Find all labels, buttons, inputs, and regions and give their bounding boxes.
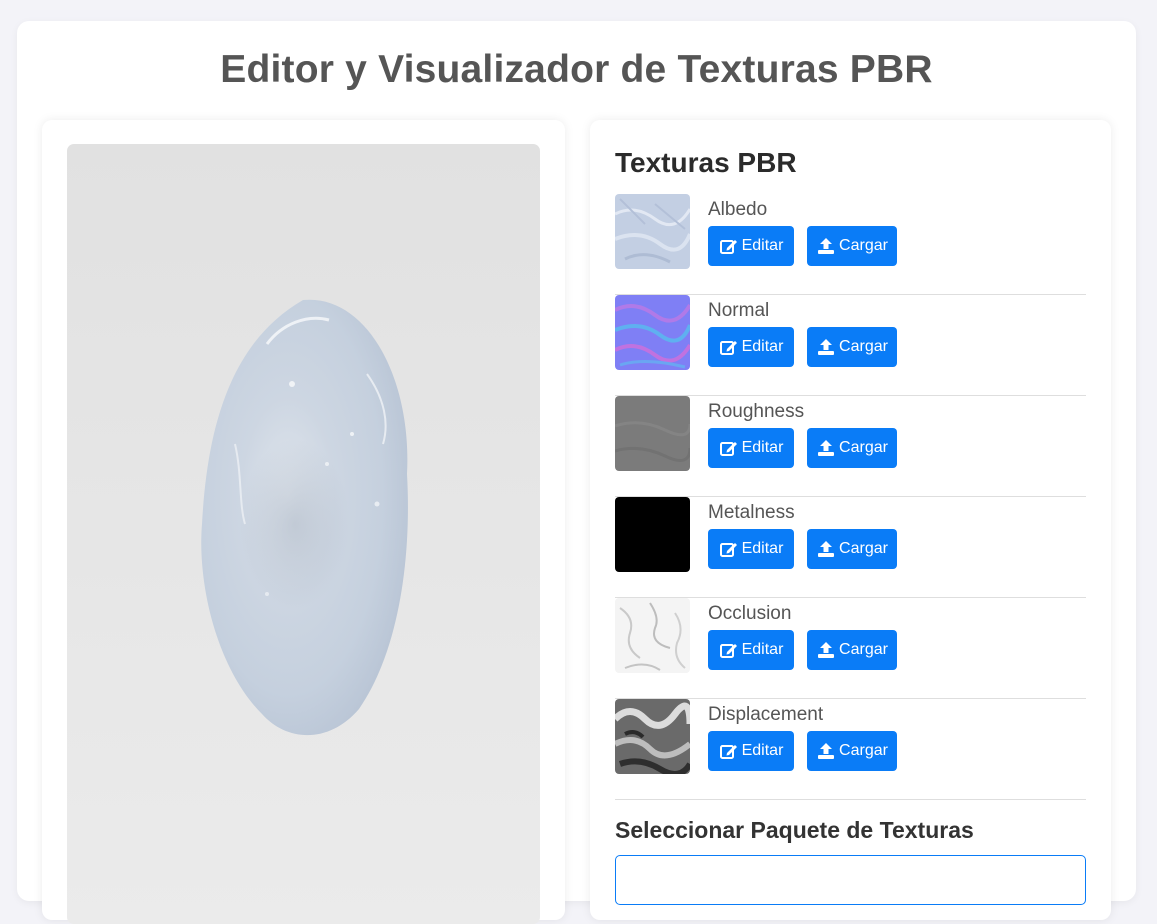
- viewer-card: [42, 120, 565, 924]
- 3d-viewport[interactable]: [67, 144, 540, 924]
- edit-occlusion-button[interactable]: Editar: [708, 630, 794, 670]
- occlusion-thumbnail: [615, 598, 690, 673]
- load-normal-button[interactable]: Cargar: [807, 327, 897, 367]
- load-label: Cargar: [839, 237, 888, 254]
- load-label: Cargar: [839, 338, 888, 355]
- texture-row-occlusion: Occlusion Editar Cargar: [615, 598, 1086, 699]
- edit-icon: [719, 237, 739, 255]
- texture-name: Roughness: [708, 401, 805, 422]
- texture-row-roughness: Roughness Editar Cargar: [615, 396, 1086, 497]
- edit-albedo-button[interactable]: Editar: [708, 226, 794, 266]
- panel-title: Texturas PBR: [615, 147, 797, 178]
- edit-label: Editar: [741, 237, 784, 254]
- load-label: Cargar: [839, 540, 888, 557]
- albedo-thumbnail: [615, 194, 690, 269]
- normal-thumbnail: [615, 295, 690, 370]
- upload-icon: [816, 742, 836, 760]
- pack-section-title: Seleccionar Paquete de Texturas: [615, 817, 974, 843]
- upload-icon: [816, 439, 836, 457]
- edit-label: Editar: [741, 439, 784, 456]
- edit-displacement-button[interactable]: Editar: [708, 731, 794, 771]
- texture-panel: Texturas PBR Albedo Editar Cargar Normal…: [590, 120, 1111, 920]
- edit-icon: [719, 742, 739, 760]
- texture-name: Displacement: [708, 704, 824, 725]
- texture-row-displacement: Displacement Editar Cargar: [615, 699, 1086, 800]
- edit-roughness-button[interactable]: Editar: [708, 428, 794, 468]
- load-metalness-button[interactable]: Cargar: [807, 529, 897, 569]
- load-occlusion-button[interactable]: Cargar: [807, 630, 897, 670]
- load-label: Cargar: [839, 641, 888, 658]
- app-container: Editor y Visualizador de Texturas PBR Te…: [17, 21, 1136, 924]
- texture-row-albedo: Albedo Editar Cargar: [615, 194, 1086, 295]
- upload-icon: [816, 641, 836, 659]
- texture-name: Occlusion: [708, 603, 792, 624]
- upload-icon: [816, 237, 836, 255]
- texture-row-metalness: Metalness Editar Cargar: [615, 497, 1086, 598]
- edit-label: Editar: [741, 338, 784, 355]
- edit-icon: [719, 540, 739, 558]
- metalness-thumbnail: [615, 497, 690, 572]
- edit-label: Editar: [741, 540, 784, 557]
- texture-row-normal: Normal Editar Cargar: [615, 295, 1086, 396]
- load-roughness-button[interactable]: Cargar: [807, 428, 897, 468]
- edit-normal-button[interactable]: Editar: [708, 327, 794, 367]
- edit-icon: [719, 439, 739, 457]
- load-label: Cargar: [839, 439, 888, 456]
- texture-name: Albedo: [708, 199, 768, 220]
- edit-metalness-button[interactable]: Editar: [708, 529, 794, 569]
- edit-icon: [719, 338, 739, 356]
- textured-mesh-preview: [201, 299, 408, 736]
- texture-name: Metalness: [708, 502, 795, 523]
- roughness-thumbnail: [615, 396, 690, 471]
- edit-icon: [719, 641, 739, 659]
- edit-label: Editar: [741, 742, 784, 759]
- load-displacement-button[interactable]: Cargar: [807, 731, 897, 771]
- load-albedo-button[interactable]: Cargar: [807, 226, 897, 266]
- load-label: Cargar: [839, 742, 888, 759]
- texture-pack-select[interactable]: [615, 855, 1086, 905]
- texture-name: Normal: [708, 300, 770, 321]
- upload-icon: [816, 540, 836, 558]
- page-title: Editor y Visualizador de Texturas PBR: [220, 48, 933, 91]
- upload-icon: [816, 338, 836, 356]
- displacement-thumbnail: [615, 699, 690, 774]
- edit-label: Editar: [741, 641, 784, 658]
